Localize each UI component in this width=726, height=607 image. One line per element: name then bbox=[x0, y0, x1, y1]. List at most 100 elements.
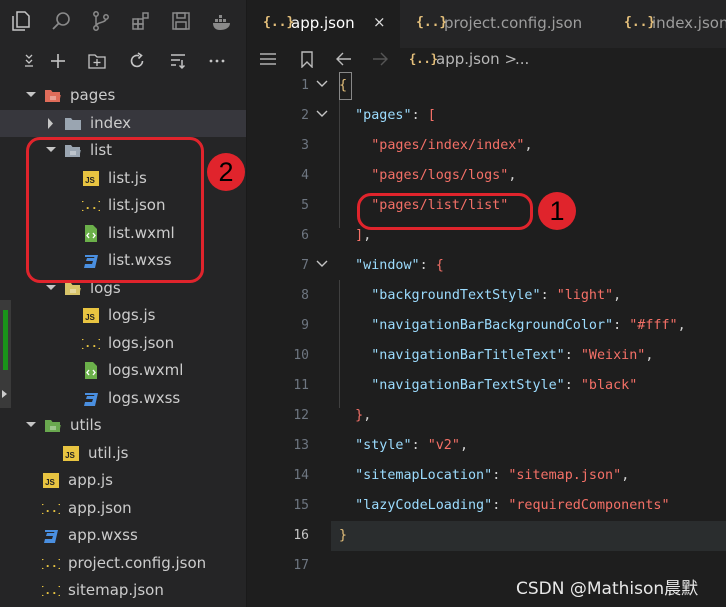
tree-file-logs-wxml[interactable]: logs.wxml bbox=[0, 357, 246, 384]
line-number: 9 bbox=[301, 318, 309, 333]
forward-arrow-icon[interactable] bbox=[371, 51, 389, 71]
more-icon[interactable] bbox=[207, 51, 227, 71]
chevron-down-icon[interactable] bbox=[24, 412, 38, 439]
new-file-icon[interactable] bbox=[48, 51, 68, 71]
code-token: } bbox=[355, 408, 364, 423]
code-token: , bbox=[459, 438, 468, 453]
json-file-icon: {..} bbox=[38, 582, 65, 599]
fold-chevron-icon[interactable] bbox=[315, 250, 329, 280]
code-token: "navigationBarTextStyle" bbox=[371, 378, 565, 393]
sidebar-collapse-handle[interactable] bbox=[0, 300, 11, 408]
js-file-icon: JS bbox=[42, 472, 60, 489]
tree-file-logs-json[interactable]: {..} logs.json bbox=[0, 330, 246, 357]
line-number: 6 bbox=[301, 228, 309, 243]
tree-file-sitemap-json[interactable]: {..} sitemap.json bbox=[0, 577, 246, 604]
code-line: "sitemapLocation": "sitemap.json", bbox=[339, 461, 629, 491]
code-token: "v2" bbox=[427, 438, 460, 453]
fold-chevron-icon[interactable] bbox=[315, 100, 329, 130]
breadcrumb-file[interactable]: app.json > bbox=[436, 50, 517, 68]
code-line: "navigationBarBackgroundColor": "#fff", bbox=[339, 311, 685, 341]
code-token: "navigationBarTitleText" bbox=[371, 348, 565, 363]
explorer-toolbar bbox=[0, 44, 246, 78]
svg-text:JS: JS bbox=[45, 478, 55, 487]
refresh-icon[interactable] bbox=[127, 51, 147, 71]
back-arrow-icon[interactable] bbox=[335, 51, 353, 71]
tree-file-project-config-json[interactable]: {..} project.config.json bbox=[0, 550, 246, 577]
tree-folder-index[interactable]: index bbox=[0, 109, 246, 137]
tree-folder-pages[interactable]: pages bbox=[0, 82, 246, 109]
chevron-down-icon[interactable] bbox=[24, 82, 38, 109]
code-token: "sitemapLocation" bbox=[355, 468, 493, 483]
svg-text:{..}: {..} bbox=[42, 584, 60, 597]
wxss-file-icon bbox=[82, 390, 100, 407]
svg-text:{..}: {..} bbox=[42, 502, 60, 515]
folder-open-icon bbox=[44, 417, 62, 434]
svg-text:{..}: {..} bbox=[82, 337, 100, 350]
list-icon[interactable] bbox=[259, 51, 277, 71]
annotation-box-1 bbox=[357, 193, 533, 230]
extensions-icon[interactable] bbox=[130, 10, 152, 32]
wxss-file-icon bbox=[42, 527, 60, 544]
line-number: 3 bbox=[301, 138, 309, 153]
expand-arrow-icon bbox=[2, 390, 7, 398]
code-token: } bbox=[339, 528, 348, 543]
code-token: "style" bbox=[355, 438, 412, 453]
code-token: "pages" bbox=[355, 108, 412, 123]
line-number: 4 bbox=[301, 168, 309, 183]
tree-item-label: logs.wxml bbox=[108, 361, 184, 379]
tree-file-app-json[interactable]: {..} app.json bbox=[0, 495, 246, 522]
code-token: : bbox=[564, 378, 581, 393]
line-number: 14 bbox=[293, 468, 309, 483]
sort-icon[interactable] bbox=[168, 51, 188, 71]
close-tab-icon[interactable]: × bbox=[373, 13, 386, 31]
breadcrumb-more[interactable]: ... bbox=[515, 50, 529, 68]
tab-app-json[interactable]: {..} app.json × bbox=[247, 0, 400, 48]
tab-label: app.json bbox=[291, 14, 355, 32]
chevron-right-icon[interactable] bbox=[44, 110, 58, 137]
explorer-sidebar: pagesindexlistJSlist.js{..}list.jsonlist… bbox=[0, 0, 246, 607]
tree-file-app-wxss[interactable]: app.wxss bbox=[0, 522, 246, 549]
code-line: "style": "v2", bbox=[339, 431, 468, 461]
tab-project-config-json[interactable]: {..} project.config.json bbox=[400, 0, 608, 48]
search-icon[interactable] bbox=[50, 10, 72, 32]
tree-item-label: logs.json bbox=[108, 333, 175, 352]
tree-file-logs-js[interactable]: JS logs.js bbox=[0, 302, 246, 329]
line-number: 10 bbox=[293, 348, 309, 363]
collapse-icon[interactable] bbox=[20, 51, 40, 71]
line-number: 5 bbox=[301, 198, 309, 213]
bookmark-icon[interactable] bbox=[300, 51, 314, 72]
tree-file-logs-wxss[interactable]: logs.wxss bbox=[0, 385, 246, 412]
code-token: : bbox=[492, 468, 509, 483]
code-token: , bbox=[363, 408, 372, 423]
tree-folder-utils[interactable]: utils bbox=[0, 412, 246, 439]
tree-file-util-js[interactable]: JS util.js bbox=[0, 440, 246, 467]
code-token: "Weixin" bbox=[580, 348, 646, 363]
files-icon[interactable] bbox=[10, 10, 32, 32]
code-line: "pages/logs/logs", bbox=[339, 161, 516, 191]
code-line: "pages": [ bbox=[339, 101, 436, 131]
docker-icon[interactable] bbox=[211, 10, 233, 32]
breadcrumb: {..} app.json > ... bbox=[247, 48, 726, 72]
code-token: , bbox=[508, 168, 517, 183]
code-line: "lazyCodeLoading": "requiredComponents" bbox=[339, 491, 670, 521]
tab-label: project.config.json bbox=[444, 14, 583, 32]
js-file-icon: JS bbox=[82, 307, 100, 324]
code-token: : bbox=[419, 258, 436, 273]
watermark: CSDN @Mathison晨默 bbox=[516, 579, 699, 599]
tree-file-app-js[interactable]: JS app.js bbox=[0, 467, 246, 494]
code-token: "requiredComponents" bbox=[508, 498, 670, 513]
new-folder-icon[interactable] bbox=[87, 51, 107, 71]
debug-icon[interactable] bbox=[170, 10, 192, 32]
fold-chevron-icon[interactable] bbox=[315, 70, 329, 100]
tree-item-label: util.js bbox=[88, 443, 129, 462]
tab-index-json[interactable]: {..} index.json bbox=[608, 0, 726, 48]
source-control-icon[interactable] bbox=[90, 10, 112, 32]
